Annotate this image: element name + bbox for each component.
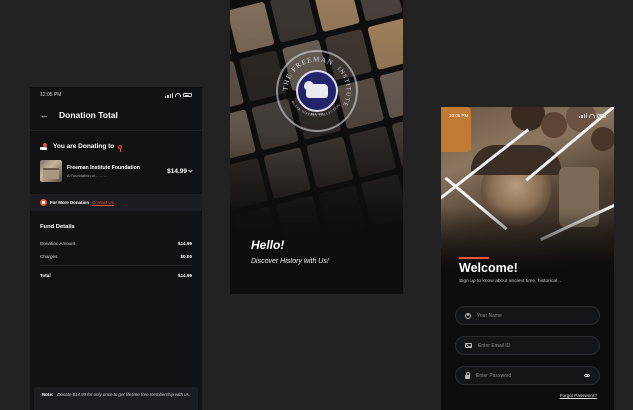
back-arrow-icon[interactable]: ← — [40, 110, 49, 120]
fund-details: Fund Details Donation Amount $14.99 Char… — [30, 211, 202, 282]
org-subtitle: A Foundation of... ... ... — [67, 172, 108, 178]
fund-row-donation-amount: Donation Amount $14.99 — [40, 237, 192, 250]
fund-row-total: Total $14.99 — [40, 269, 192, 282]
system-icons — [579, 113, 606, 118]
wifi-icon — [175, 93, 181, 97]
contact-us-link[interactable]: Contact Us — [92, 200, 114, 205]
forgot-password-link[interactable]: Forgot Password? — [560, 393, 597, 398]
showcase-canvas: 12:05 PM ← Donation Total You are Donati… — [0, 0, 633, 410]
location-pin-icon — [118, 144, 123, 152]
battery-icon — [597, 113, 606, 118]
status-time: 10:05 PM — [449, 113, 469, 118]
email-placeholder: Enter Email ID — [478, 342, 511, 349]
lock-icon — [465, 371, 471, 379]
fund-row-label: Donation Amount — [40, 241, 76, 246]
battery-icon — [183, 93, 192, 97]
total-value: $14.99 — [177, 273, 192, 278]
welcome-subtitle: Sign up to know about ancient time, hist… — [459, 279, 562, 284]
seal-year: EST. 1990 — [310, 112, 324, 116]
system-icons — [165, 92, 192, 98]
email-field[interactable]: Enter Email ID — [455, 336, 600, 355]
donating-label: You are Donating to — [53, 143, 115, 150]
note-text: Donate $14.99 for only once to get lifet… — [57, 392, 190, 397]
donation-total-screen: 12:05 PM ← Donation Total You are Donati… — [30, 87, 202, 410]
amount-dropdown[interactable]: $14.99 — [167, 167, 193, 175]
org-name: Freeman Institute Foundation — [67, 164, 140, 171]
user-icon — [465, 312, 471, 319]
seal-side-text: INSTITUTE — [336, 66, 351, 109]
status-bar: 12:05 PM — [30, 87, 202, 103]
fund-row-label: Charges — [40, 254, 58, 259]
eye-icon[interactable] — [584, 373, 590, 378]
org-selector[interactable]: Freeman Institute Foundation A Foundatio… — [30, 156, 202, 186]
freeman-institute-seal-logo: THE FREEMAN INSTITUTE BLACK HISTORY COLL… — [276, 50, 358, 132]
chevron-down-icon — [188, 167, 193, 173]
lion-icon — [304, 81, 328, 98]
more-donation-text: For More Donation — [50, 200, 90, 205]
greeting: Hello! — [251, 238, 285, 252]
donating-to-row: You are Donating to — [30, 130, 202, 156]
svg-text:INSTITUTE: INSTITUTE — [336, 66, 352, 109]
divider — [40, 265, 192, 266]
mail-icon — [465, 343, 472, 348]
password-placeholder: Enter Password — [476, 372, 512, 379]
status-bar: 10:05 PM — [449, 113, 606, 118]
fund-row-value: $14.99 — [177, 241, 192, 246]
org-amount: $14.99 — [167, 167, 187, 175]
membership-note: Note: Donate $14.99 for only once to get… — [34, 387, 198, 410]
org-thumbnail — [40, 160, 62, 182]
heart-hand-icon — [40, 143, 49, 150]
note-label: Note: — [42, 392, 54, 397]
signal-icon — [165, 92, 173, 98]
signal-icon — [579, 113, 587, 118]
fund-row-value: $0.00 — [180, 254, 193, 259]
password-field[interactable]: Enter Password — [455, 366, 600, 385]
splash-screen: THE FREEMAN INSTITUTE BLACK HISTORY COLL… — [230, 0, 403, 294]
org-info: Freeman Institute Foundation A Foundatio… — [67, 165, 162, 178]
status-time: 12:05 PM — [40, 92, 62, 98]
wifi-icon — [589, 113, 595, 118]
name-field[interactable]: Your Name — [455, 306, 600, 325]
page-title: Donation Total — [59, 110, 118, 120]
header: ← Donation Total — [30, 103, 202, 130]
total-label: Total — [40, 273, 51, 278]
more-donation-bar: For More Donation Contact Us — [30, 194, 202, 211]
fund-details-title: Fund Details — [40, 224, 75, 230]
welcome-title: Welcome! — [459, 261, 518, 275]
welcome-signup-screen: 10:05 PM Welcome! Sign up to know about … — [441, 107, 614, 410]
gift-icon — [40, 199, 47, 206]
tagline: Discover History with Us! — [251, 258, 329, 265]
name-placeholder: Your Name — [477, 312, 502, 319]
fund-row-charges: Charges $0.00 — [40, 250, 192, 263]
accent-line — [459, 257, 489, 259]
